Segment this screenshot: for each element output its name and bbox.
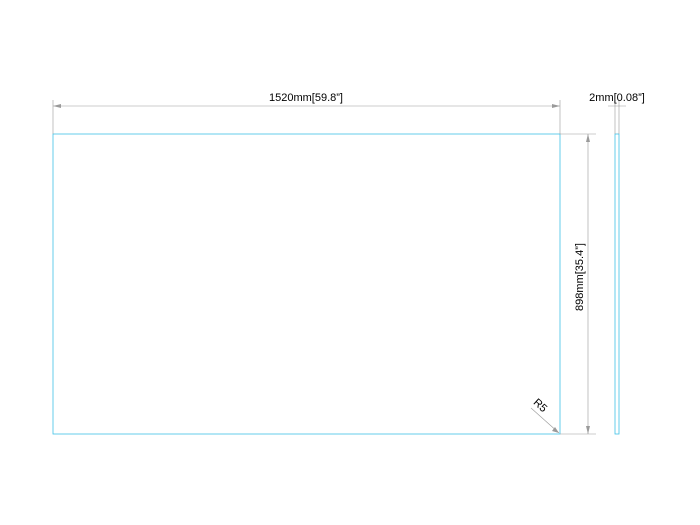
panel-side-outline bbox=[614, 133, 620, 435]
height-label: 898mm[35.4”] bbox=[574, 243, 586, 311]
height-dimension: 898mm[35.4”] bbox=[560, 133, 596, 435]
width-dimension: 1520mm[59.8”] bbox=[52, 92, 561, 134]
corner-radius-label: R5 bbox=[531, 397, 549, 415]
technical-drawing: 1520mm[59.8”] 2mm[0.08”] 898mm[35.4”] R5 bbox=[52, 92, 645, 435]
panel-front-outline bbox=[52, 133, 561, 435]
thickness-dimension: 2mm[0.08”] bbox=[589, 92, 645, 134]
thickness-label: 2mm[0.08”] bbox=[589, 92, 645, 104]
width-label: 1520mm[59.8”] bbox=[269, 92, 343, 104]
corner-radius-callout: R5 bbox=[531, 397, 560, 434]
